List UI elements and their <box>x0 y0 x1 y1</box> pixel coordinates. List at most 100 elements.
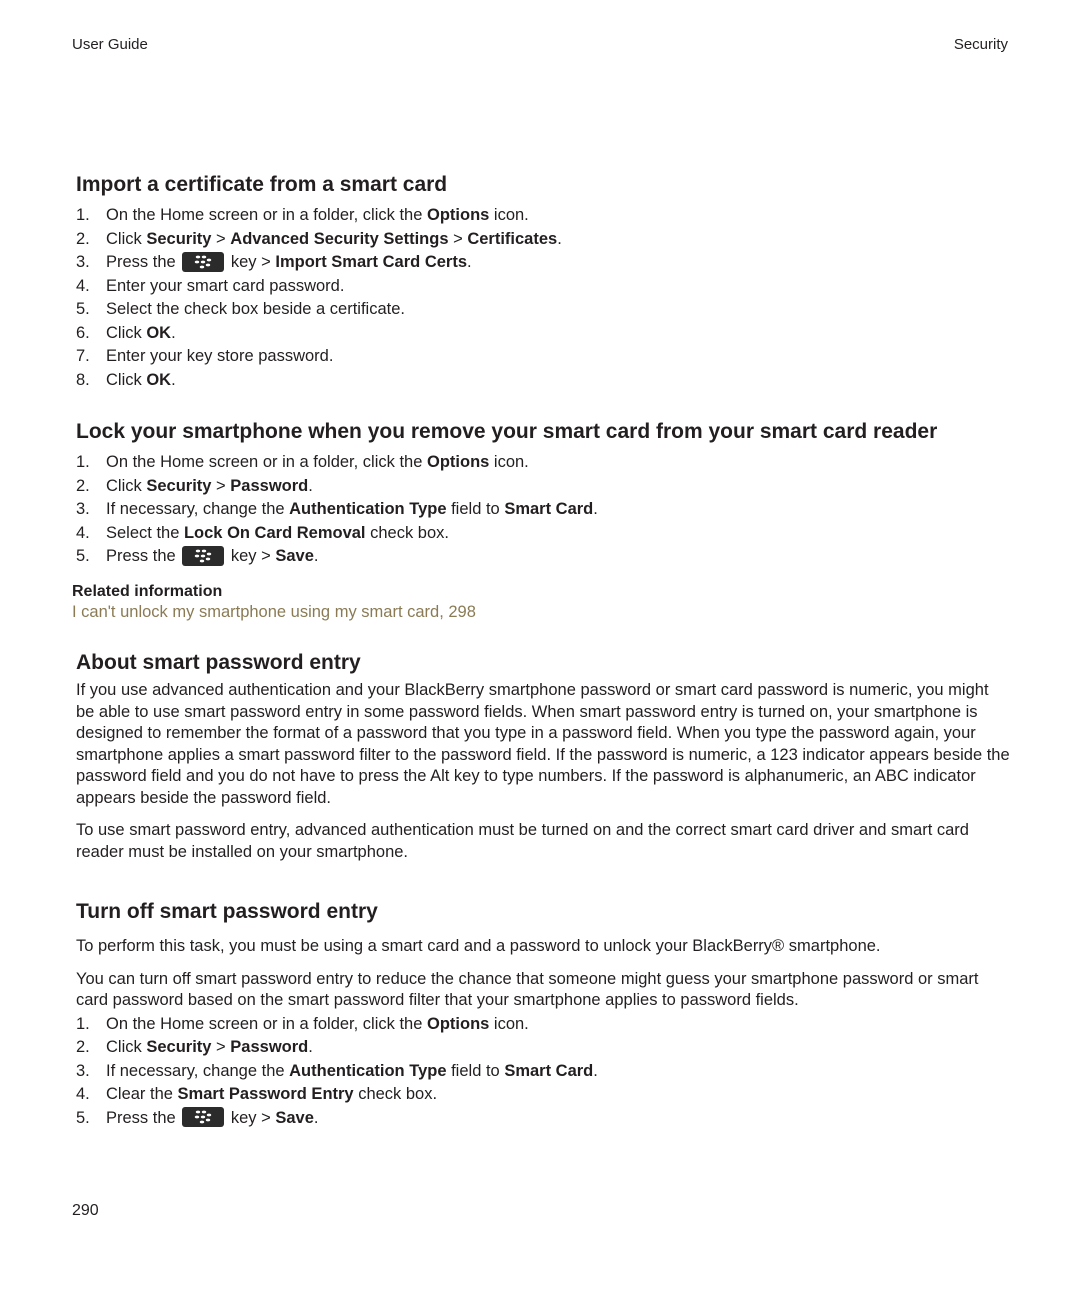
ui-term: OK <box>146 370 172 389</box>
step-text: Click <box>106 1038 147 1056</box>
list-item: 5. Press the key > Save. <box>76 1107 1011 1131</box>
paragraph: You can turn off smart password entry to… <box>76 969 979 1010</box>
ui-term: Options <box>427 206 490 224</box>
step-text: Click <box>106 370 147 389</box>
list-item: 2. Click Security > Password. <box>76 1036 1011 1060</box>
step-number: 3. <box>76 500 90 518</box>
step-text: . <box>593 500 598 518</box>
step-text: . <box>308 1038 313 1056</box>
step-text: key > <box>226 1108 276 1127</box>
step-text: On the Home screen or in a folder, click… <box>106 206 427 224</box>
step-text: field to <box>446 500 505 518</box>
list-item: 4. Enter your smart card password. <box>76 275 1011 299</box>
related-information-heading: Related information <box>72 583 223 600</box>
step-text: > <box>211 476 231 495</box>
list-item: 6. Click OK. <box>76 322 1011 346</box>
step-text: icon. <box>489 453 529 471</box>
step-text: . <box>313 1108 319 1127</box>
step-number: 5. <box>76 1108 90 1127</box>
step-text: On the Home screen or in a folder, click… <box>106 1014 427 1033</box>
step-number: 4. <box>76 523 90 542</box>
step-text: If necessary, change the <box>106 1061 290 1080</box>
ui-term: Advanced Security Settings <box>230 229 449 248</box>
section-lock-on-card-removal: Lock your smartphone when you remove you… <box>76 420 1011 569</box>
step-number: 1. <box>76 1014 90 1033</box>
step-text: Click <box>106 229 147 248</box>
step-number: 4. <box>76 1085 90 1103</box>
step-text: . <box>171 323 176 342</box>
ui-term: Import Smart Card Certs <box>275 253 468 271</box>
steps-list: 1. On the Home screen or in a folder, cli… <box>76 1013 1011 1131</box>
step-number: 3. <box>76 253 90 271</box>
list-item: 3. If necessary, change the Authenticatio… <box>76 498 1011 522</box>
steps-list: 1. On the Home screen or in a folder, cli… <box>76 451 1011 569</box>
list-item: 5. Select the check box beside a certific… <box>76 298 1011 322</box>
ui-term: Save <box>275 1108 314 1127</box>
step-number: 5. <box>76 547 90 565</box>
step-text: Select the check box beside a certificat… <box>106 300 405 318</box>
list-item: 4. Select the Lock On Card Removal check … <box>76 522 1011 546</box>
list-item: 1. On the Home screen or in a folder, cli… <box>76 204 1011 228</box>
list-item: 5. Press the key > Save. <box>76 545 1011 569</box>
step-text: Press the <box>106 1108 181 1127</box>
ui-term: Certificates <box>467 229 558 248</box>
step-text: key > <box>226 547 276 565</box>
ui-term: Options <box>427 1014 490 1033</box>
ui-term: Authentication Type <box>289 500 447 518</box>
step-text: On the Home screen or in a folder, click… <box>106 453 427 471</box>
step-text: Enter your smart card password. <box>106 276 345 295</box>
list-item: 2. Click Security > Password. <box>76 475 1011 499</box>
step-text: . <box>557 229 562 248</box>
step-number: 3. <box>76 1061 90 1080</box>
related-link[interactable]: I can't unlock my smartphone using my sm… <box>72 603 1007 622</box>
section-heading: Turn off smart password entry <box>76 900 378 923</box>
ui-term: Password <box>230 476 309 495</box>
paragraph: If you use advanced authentication and y… <box>76 681 1010 807</box>
step-number: 8. <box>76 370 90 389</box>
steps-list: 1. On the Home screen or in a folder, cli… <box>76 204 1011 392</box>
ui-term: Save <box>275 547 314 565</box>
step-number: 1. <box>76 206 90 224</box>
list-item: 3. Press the key > Import Smart Card Cert… <box>76 251 1011 275</box>
related-information: Related information I can't unlock my sm… <box>72 583 1007 622</box>
step-text: > <box>448 229 468 248</box>
step-text: . <box>308 476 313 495</box>
step-text: Select the <box>106 523 184 542</box>
step-text: icon. <box>489 1014 529 1033</box>
ui-term: Smart Password Entry <box>177 1085 354 1103</box>
ui-term: Security <box>146 229 212 248</box>
list-item: 1. On the Home screen or in a folder, cli… <box>76 1013 1011 1037</box>
ui-term: Security <box>146 1038 212 1056</box>
step-number: 4. <box>76 276 90 295</box>
list-item: 2. Click Security > Advanced Security Set… <box>76 228 1011 252</box>
ui-term: Security <box>146 476 212 495</box>
ui-term: Password <box>230 1038 309 1056</box>
section-heading: Lock your smartphone when you remove you… <box>76 420 938 443</box>
step-text: check box. <box>365 523 449 542</box>
ui-term: OK <box>146 323 172 342</box>
section-heading: Import a certificate from a smart card <box>76 173 448 196</box>
list-item: 1. On the Home screen or in a folder, cli… <box>76 451 1011 475</box>
step-text: Press the <box>106 253 181 271</box>
section-about-smart-password-entry: About smart password entry If you use ad… <box>76 651 1011 863</box>
ui-term: Smart Card <box>504 500 594 518</box>
ui-term: Lock On Card Removal <box>183 523 366 542</box>
step-text: > <box>211 229 231 248</box>
list-item: 3. If necessary, change the Authenticatio… <box>76 1060 1011 1084</box>
list-item: 7. Enter your key store password. <box>76 345 1011 369</box>
ui-term: Authentication Type <box>289 1061 447 1080</box>
step-text: > <box>211 1038 231 1056</box>
section-turn-off-smart-password-entry: Turn off smart password entry To perform… <box>76 900 1011 1130</box>
blackberry-menu-key-icon <box>182 545 225 566</box>
step-text: check box. <box>353 1085 438 1103</box>
step-text: key > <box>226 253 276 271</box>
step-text: . <box>593 1061 598 1080</box>
step-number: 2. <box>76 229 90 248</box>
list-item: 8. Click OK. <box>76 369 1011 393</box>
section-heading: About smart password entry <box>76 651 361 674</box>
step-number: 6. <box>76 323 90 342</box>
step-text: Click <box>106 323 147 342</box>
running-header-section: Security <box>953 36 1008 53</box>
step-text: Enter your key store password. <box>106 347 334 365</box>
running-header-title: User Guide <box>72 36 148 53</box>
